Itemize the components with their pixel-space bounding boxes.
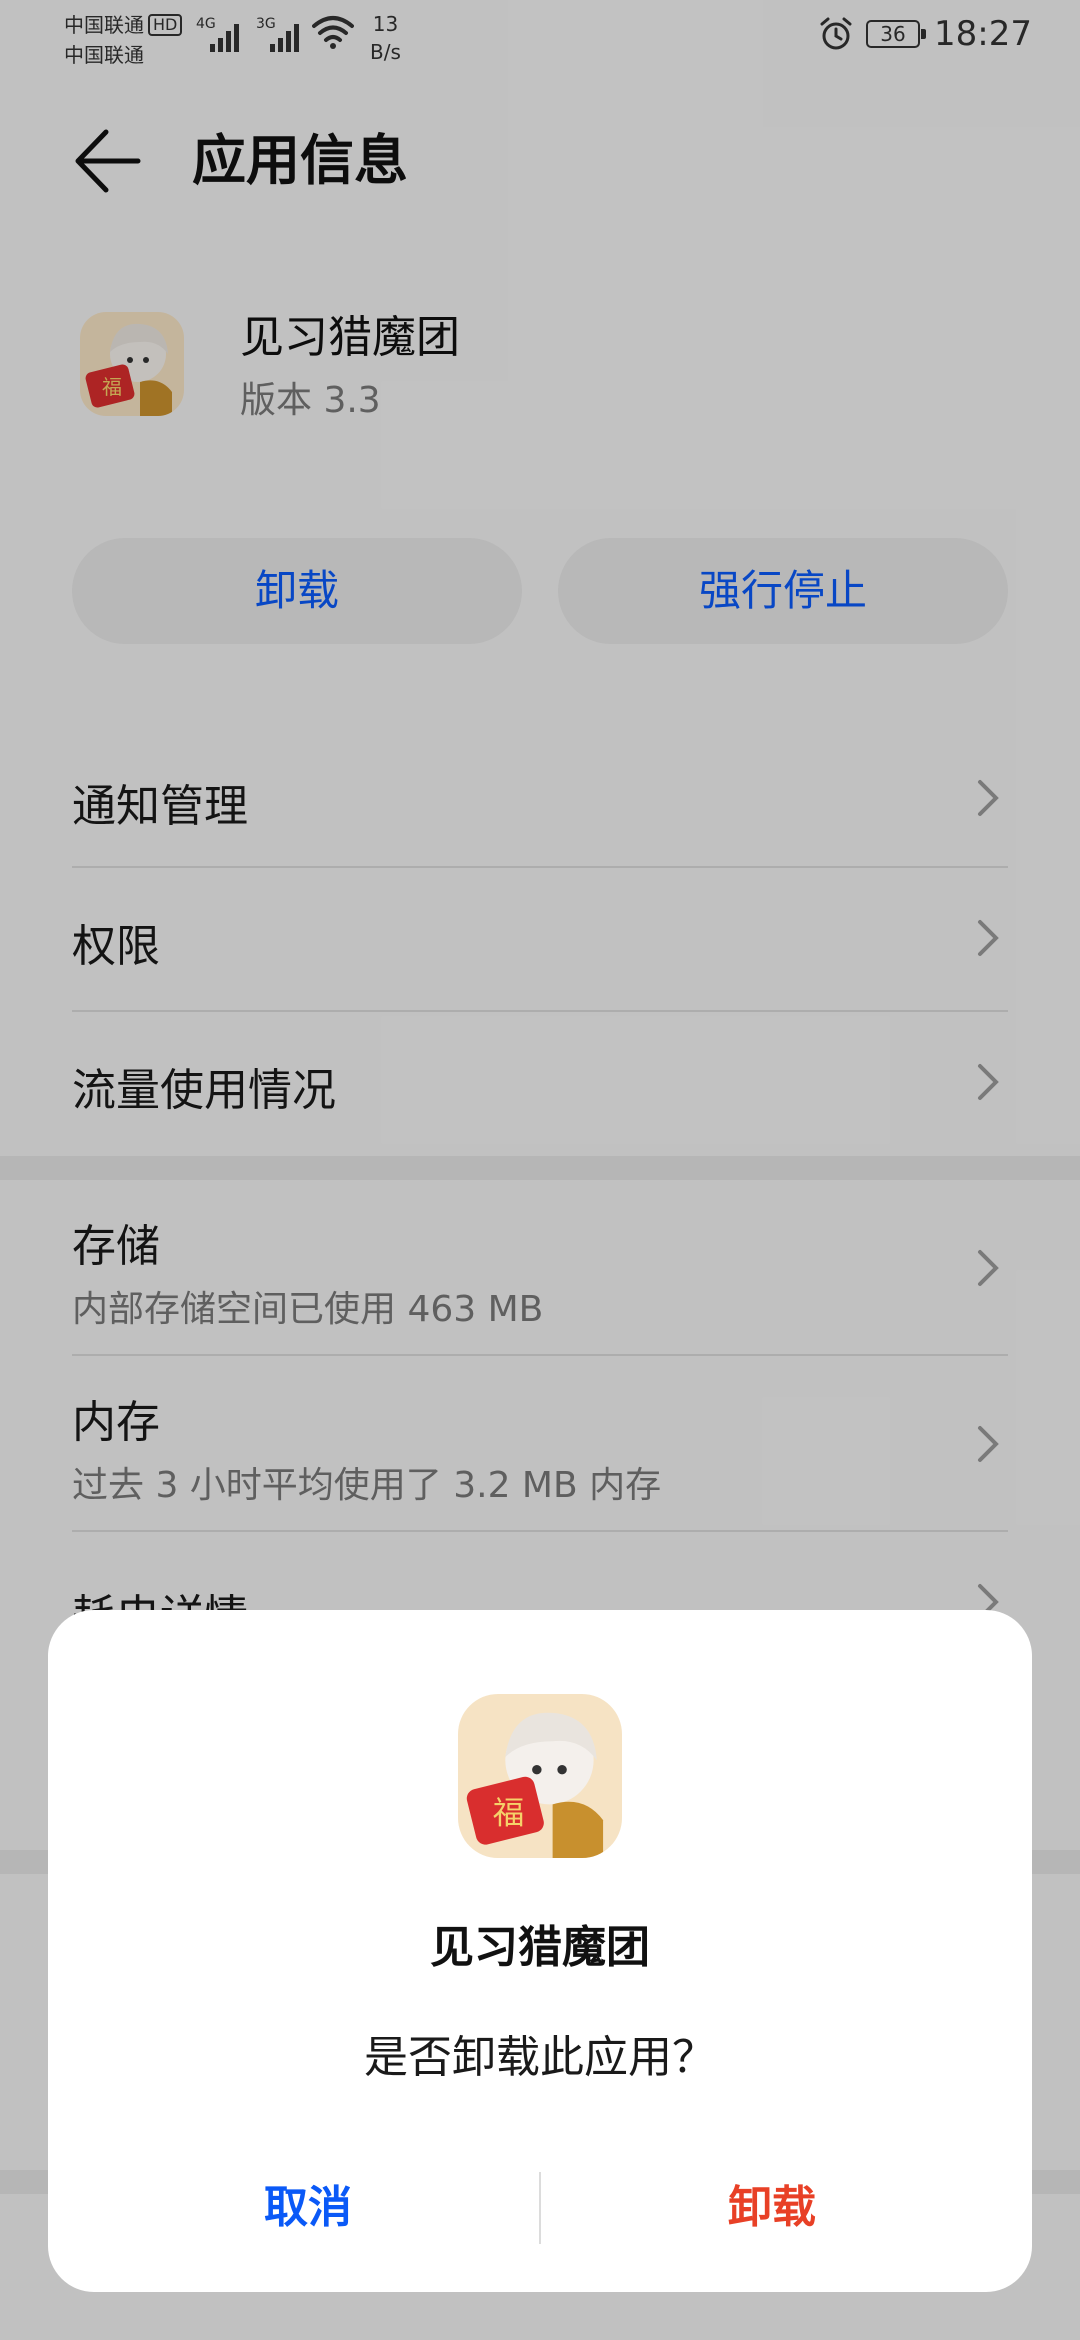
confirm-uninstall-button[interactable]: 卸载 [542,2158,1002,2258]
svg-text:福: 福 [493,1795,525,1831]
dialog-button-divider [539,2172,541,2244]
dialog-message: 是否卸载此应用？ [364,2032,716,2083]
app-info-screen: 中国联通 HD 中国联通 4G 3G 13 B/s 36 18:27 应用信息 … [0,0,1080,2340]
uninstall-dialog: 福 见习猎魔团 是否卸载此应用？ 取消 卸载 [48,1610,1032,2292]
dialog-app-name: 见习猎魔团 [430,1922,650,1973]
cancel-button[interactable]: 取消 [78,2158,538,2258]
app-icon: 福 [458,1694,622,1858]
